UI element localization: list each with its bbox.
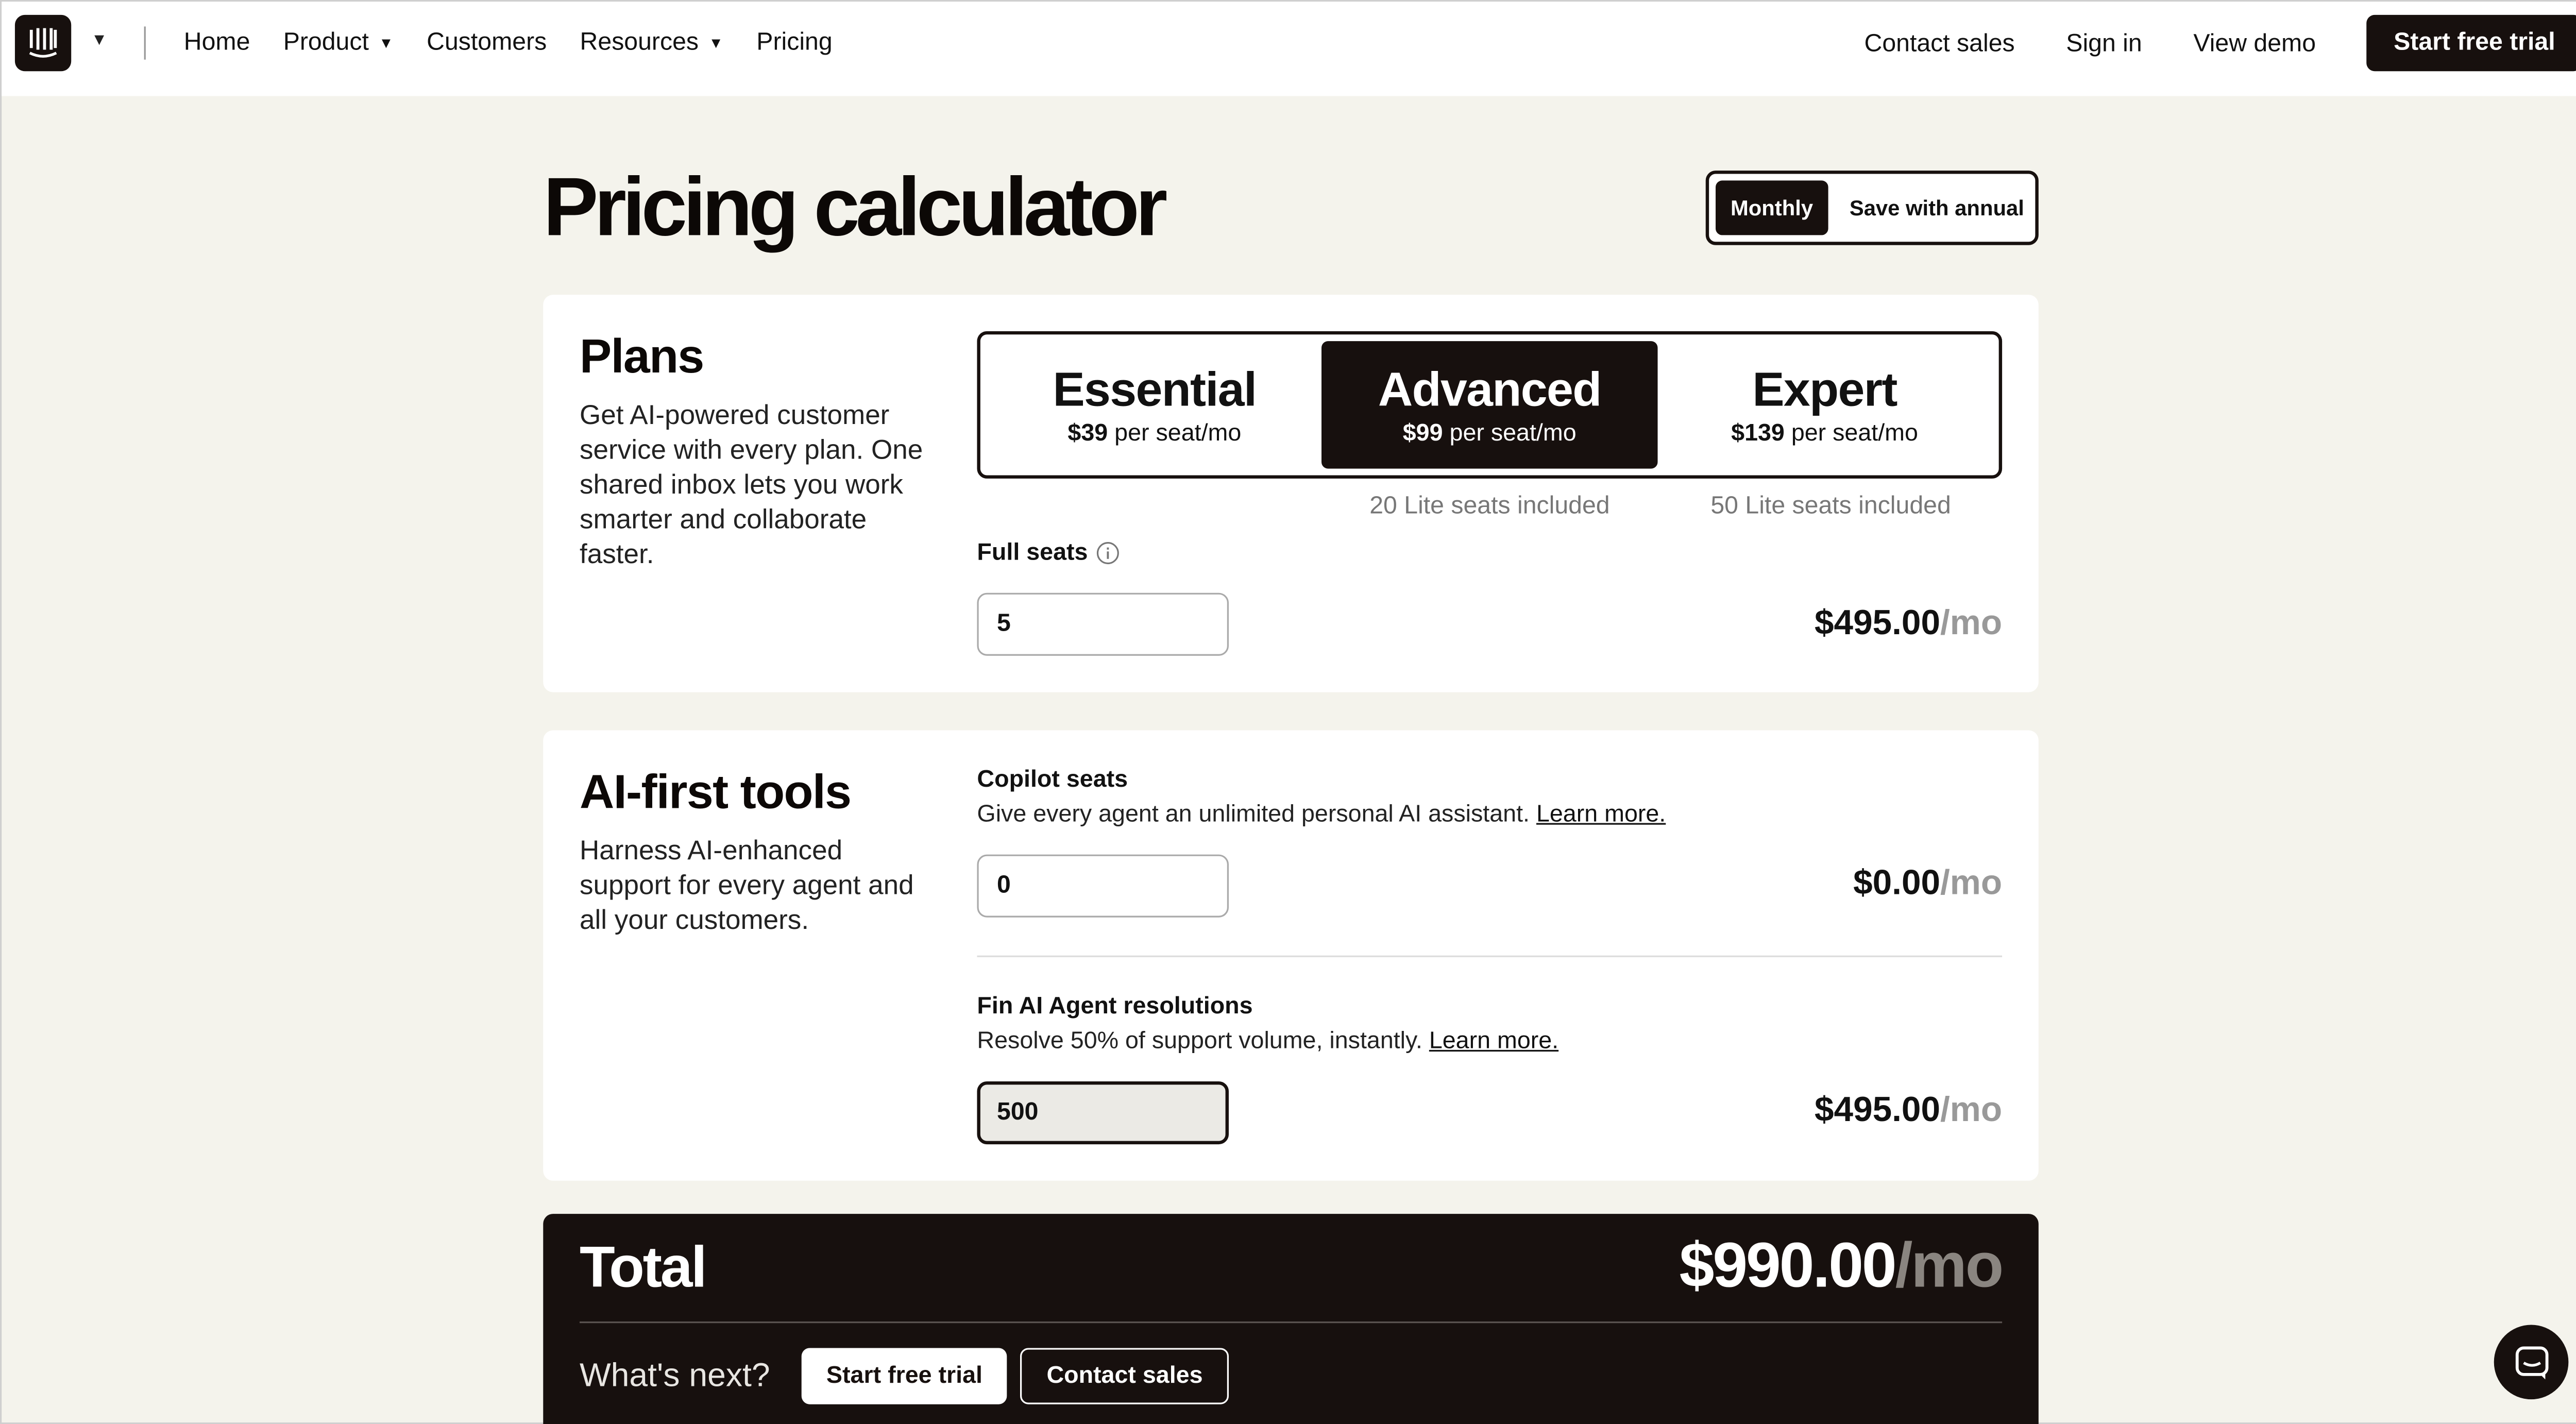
expert-lite-seats: 50 Lite seats included [1710, 491, 1951, 520]
plans-amount-value: $495.00 [1815, 604, 1941, 643]
copilot-seats-input[interactable]: 0 [977, 854, 1229, 918]
copilot-amount-value: $0.00 [1853, 864, 1941, 903]
nav-home[interactable]: Home [184, 28, 250, 57]
plan-price: $99 per seat/mo [1403, 420, 1577, 446]
nav-home-label: Home [183, 28, 250, 57]
info-icon[interactable] [1096, 541, 1120, 565]
plans-card: Plans Get AI-powered customer service wi… [543, 295, 2039, 692]
nav-divider [144, 26, 146, 60]
advanced-lite-seats: 20 Lite seats included [1369, 491, 1610, 520]
copilot-label: Copilot seats [977, 767, 1128, 793]
fin-resolutions-input[interactable]: 500 [977, 1081, 1229, 1145]
chevron-down-icon: ▼ [708, 33, 723, 51]
logo-caret-icon[interactable]: ▼ [91, 31, 108, 49]
plan-price-value: $99 [1402, 419, 1443, 447]
plan-name: Advanced [1378, 363, 1602, 417]
plans-description: Get AI-powered customer service with eve… [580, 400, 923, 570]
total-contact-sales-button[interactable]: Contact sales [1020, 1348, 1229, 1404]
nav-customers[interactable]: Customers [427, 28, 547, 57]
nav-resources-label: Resources [580, 28, 699, 57]
ai-tools-description: Harness AI-enhanced support for every ag… [580, 836, 914, 936]
billing-toggle: Monthly Save with annual [1705, 171, 2039, 245]
fin-amount: $495.00/mo [1815, 1091, 2002, 1131]
nav-product[interactable]: Product ▼ [283, 28, 394, 57]
view-demo-link[interactable]: View demo [2193, 29, 2316, 57]
sign-in-link[interactable]: Sign in [2066, 29, 2142, 57]
total-card: Total $990.00/mo What's next? Start free… [543, 1214, 2039, 1424]
page: ▼ Home Product ▼ Customers Resources ▼ Pri… [0, 0, 2576, 1424]
start-free-trial-button[interactable]: Start free trial [2367, 14, 2576, 72]
intercom-logo-icon[interactable] [14, 14, 72, 72]
whats-next-label: What's next? [580, 1358, 770, 1395]
ai-tools-card: AI-first tools Harness AI-enhanced suppo… [543, 730, 2039, 1181]
plan-selector: Essential $39 per seat/mo Advanced $99 p… [977, 331, 2003, 479]
contact-sales-link[interactable]: Contact sales [1864, 29, 2014, 57]
full-seats-input[interactable]: 5 [977, 592, 1229, 656]
nav-right: Contact sales Sign in View demo Start fr… [1864, 14, 2576, 72]
fin-subtitle-text: Resolve 50% of support volume, instantly… [977, 1028, 1422, 1055]
per-month-suffix: /mo [1940, 864, 2003, 903]
plan-price-value: $139 [1731, 419, 1785, 447]
plan-name: Essential [1053, 363, 1257, 417]
plan-expert[interactable]: Expert $139 per seat/mo [1657, 341, 1992, 469]
fin-subtitle: Resolve 50% of support volume, instantly… [977, 1028, 1558, 1055]
plan-price: $139 per seat/mo [1731, 420, 1918, 446]
top-nav: ▼ Home Product ▼ Customers Resources ▼ Pri… [2, 2, 2576, 96]
per-month-suffix: /mo [1940, 604, 2003, 643]
chevron-down-icon: ▼ [379, 33, 394, 51]
nav-customers-label: Customers [427, 28, 547, 57]
fin-learn-more-link[interactable]: Learn more. [1429, 1028, 1558, 1055]
total-divider [580, 1321, 2003, 1324]
plans-title: Plans [580, 331, 704, 384]
plan-essential[interactable]: Essential $39 per seat/mo [987, 341, 1322, 469]
per-month-suffix: /mo [1895, 1232, 2004, 1302]
page-title: Pricing calculator [543, 160, 1167, 253]
per-month-suffix: /mo [1940, 1091, 2003, 1130]
copilot-subtitle: Give every agent an unlimited personal A… [977, 802, 1666, 828]
plan-price-unit: per seat/mo [1114, 419, 1242, 447]
logo-glyph [29, 28, 57, 58]
fin-label: Fin AI Agent resolutions [977, 993, 1253, 1021]
chat-icon [2515, 1345, 2548, 1379]
total-amount-value: $990.00 [1679, 1232, 1897, 1302]
nav-product-label: Product [283, 28, 369, 57]
total-amount: $990.00/mo [1679, 1232, 2004, 1303]
plan-name: Expert [1752, 363, 1897, 417]
copilot-learn-more-link[interactable]: Learn more. [1536, 802, 1666, 828]
plans-amount: $495.00/mo [1815, 604, 2002, 644]
plan-price-unit: per seat/mo [1791, 419, 1918, 447]
plan-price: $39 per seat/mo [1067, 420, 1241, 446]
full-seats-label-text: Full seats [977, 539, 1088, 567]
nav-resources[interactable]: Resources ▼ [580, 28, 723, 57]
total-title: Total [580, 1235, 707, 1300]
nav-links: Home Product ▼ Customers Resources ▼ Prici… [184, 28, 866, 57]
copilot-amount: $0.00/mo [1853, 864, 2002, 904]
billing-annual-option[interactable]: Save with annual [1850, 195, 2024, 220]
plan-price-value: $39 [1067, 419, 1108, 447]
plan-advanced[interactable]: Advanced $99 per seat/mo [1322, 341, 1657, 469]
ai-tools-title: AI-first tools [580, 767, 852, 820]
full-seats-label: Full seats [977, 540, 1119, 566]
fin-amount-value: $495.00 [1815, 1091, 1941, 1130]
section-divider [977, 955, 2003, 957]
total-start-free-trial-button[interactable]: Start free trial [801, 1348, 1008, 1404]
nav-pricing-label: Pricing [756, 28, 833, 57]
copilot-subtitle-text: Give every agent an unlimited personal A… [977, 801, 1530, 828]
chat-launcher-button[interactable] [2494, 1325, 2569, 1400]
plan-price-unit: per seat/mo [1449, 419, 1577, 447]
nav-pricing[interactable]: Pricing [756, 28, 832, 57]
billing-monthly-option[interactable]: Monthly [1716, 180, 1828, 235]
